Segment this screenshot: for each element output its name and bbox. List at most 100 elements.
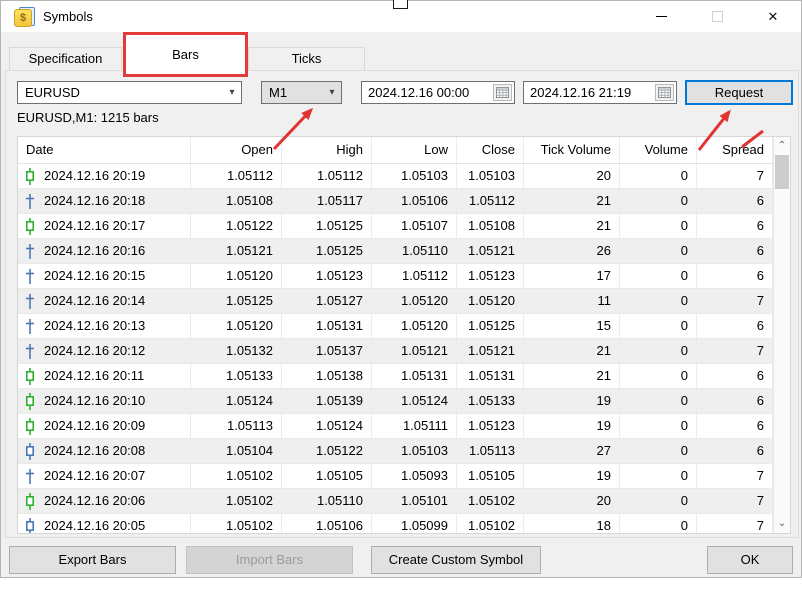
cell-date: 2024.12.16 20:11 — [18, 364, 191, 388]
cell-spread: 7 — [697, 489, 773, 513]
cell-spread: 6 — [697, 189, 773, 213]
chevron-down-icon: ▾ — [229, 87, 235, 98]
table-row[interactable]: 2024.12.16 20:09 1.05113 1.05124 1.05111 1.0… — [18, 414, 790, 439]
table-row[interactable]: 2024.12.16 20:06 1.05102 1.05110 1.05101 1.0… — [18, 489, 790, 514]
candle-up-green-icon — [25, 492, 35, 510]
tab-ticks[interactable]: Ticks — [248, 47, 365, 71]
column-header-spread[interactable]: Spread — [697, 137, 773, 163]
doji-cross-blue-icon — [25, 193, 35, 210]
doji-cross-blue-icon — [25, 243, 35, 260]
cell-low: 1.05110 — [372, 239, 457, 263]
symbol-combo[interactable]: EURUSD ▾ — [17, 81, 242, 104]
cell-high: 1.05123 — [282, 264, 372, 288]
cell-date: 2024.12.16 20:10 — [18, 389, 191, 413]
ok-button[interactable]: OK — [707, 546, 793, 574]
column-header-open[interactable]: Open — [191, 137, 282, 163]
date-from-value: 2024.12.16 00:00 — [368, 85, 470, 100]
cell-close: 1.05105 — [457, 464, 524, 488]
cell-volume: 0 — [620, 389, 697, 413]
scrollbar-thumb[interactable] — [775, 155, 789, 189]
background-window-fragment — [393, 0, 408, 9]
table-row[interactable]: 2024.12.16 20:05 1.05102 1.05106 1.05099 1.0… — [18, 514, 790, 533]
column-header-volume[interactable]: Volume — [620, 137, 697, 163]
cell-open: 1.05121 — [191, 239, 282, 263]
create-custom-symbol-button[interactable]: Create Custom Symbol — [371, 546, 541, 574]
cell-close: 1.05121 — [457, 339, 524, 363]
cell-close: 1.05133 — [457, 389, 524, 413]
cell-volume: 0 — [620, 264, 697, 288]
minimize-button[interactable] — [633, 1, 689, 32]
cell-low: 1.05131 — [372, 364, 457, 388]
calendar-picker-button[interactable] — [493, 84, 512, 101]
cell-volume: 0 — [620, 514, 697, 533]
cell-tick_volume: 20 — [524, 489, 620, 513]
cell-open: 1.05102 — [191, 464, 282, 488]
request-button[interactable]: Request — [685, 80, 793, 105]
calendar-picker-button[interactable] — [655, 84, 674, 101]
cell-spread: 6 — [697, 239, 773, 263]
cell-spread: 7 — [697, 339, 773, 363]
cell-tick_volume: 19 — [524, 389, 620, 413]
table-row[interactable]: 2024.12.16 20:07 1.05102 1.05105 1.05093 1.0… — [18, 464, 790, 489]
cell-tick_volume: 19 — [524, 464, 620, 488]
cell-tick_volume: 19 — [524, 414, 620, 438]
tab-bars[interactable]: Bars — [172, 47, 199, 62]
cell-high: 1.05110 — [282, 489, 372, 513]
table-row[interactable]: 2024.12.16 20:10 1.05124 1.05139 1.05124 1.0… — [18, 389, 790, 414]
cell-tick_volume: 26 — [524, 239, 620, 263]
table-row[interactable]: 2024.12.16 20:18 1.05108 1.05117 1.05106 1.0… — [18, 189, 790, 214]
cell-close: 1.05121 — [457, 239, 524, 263]
column-header-tick_volume[interactable]: Tick Volume — [524, 137, 620, 163]
tab-specification[interactable]: Specification — [9, 47, 122, 71]
symbol-combo-value: EURUSD — [25, 85, 80, 100]
cell-close: 1.05113 — [457, 439, 524, 463]
cell-date: 2024.12.16 20:06 — [18, 489, 191, 513]
table-row[interactable]: 2024.12.16 20:14 1.05125 1.05127 1.05120 1.0… — [18, 289, 790, 314]
candle-down-blue-icon — [25, 517, 35, 533]
cell-close: 1.05108 — [457, 214, 524, 238]
cell-low: 1.05103 — [372, 439, 457, 463]
cell-low: 1.05120 — [372, 289, 457, 313]
column-header-low[interactable]: Low — [372, 137, 457, 163]
table-row[interactable]: 2024.12.16 20:19 1.05112 1.05112 1.05103 1.0… — [18, 164, 790, 189]
scroll-up-button[interactable]: ⌃ — [774, 137, 790, 154]
column-header-close[interactable]: Close — [457, 137, 524, 163]
cell-low: 1.05111 — [372, 414, 457, 438]
cell-open: 1.05108 — [191, 189, 282, 213]
symbols-dollar-icon: $ — [14, 7, 35, 27]
export-bars-button[interactable]: Export Bars — [9, 546, 176, 574]
cell-date: 2024.12.16 20:08 — [18, 439, 191, 463]
date-to-field[interactable]: 2024.12.16 21:19 — [523, 81, 677, 104]
date-to-value: 2024.12.16 21:19 — [530, 85, 632, 100]
scroll-down-button[interactable]: ⌄ — [774, 515, 790, 532]
table-row[interactable]: 2024.12.16 20:17 1.05122 1.05125 1.05107 1.0… — [18, 214, 790, 239]
cell-high: 1.05124 — [282, 414, 372, 438]
cell-open: 1.05112 — [191, 164, 282, 188]
table-row[interactable]: 2024.12.16 20:13 1.05120 1.05131 1.05120 1.0… — [18, 314, 790, 339]
vertical-scrollbar: ⌃ ⌄ — [773, 137, 790, 533]
cell-date: 2024.12.16 20:18 — [18, 189, 191, 213]
table-row[interactable]: 2024.12.16 20:12 1.05132 1.05137 1.05121 1.0… — [18, 339, 790, 364]
cell-tick_volume: 11 — [524, 289, 620, 313]
cell-spread: 6 — [697, 364, 773, 388]
cell-open: 1.05124 — [191, 389, 282, 413]
cell-tick_volume: 21 — [524, 214, 620, 238]
table-row[interactable]: 2024.12.16 20:15 1.05120 1.05123 1.05112 1.0… — [18, 264, 790, 289]
cell-high: 1.05125 — [282, 239, 372, 263]
cell-open: 1.05102 — [191, 514, 282, 533]
table-row[interactable]: 2024.12.16 20:11 1.05133 1.05138 1.05131 1.0… — [18, 364, 790, 389]
cell-spread: 6 — [697, 389, 773, 413]
close-button[interactable]: ✕ — [745, 1, 801, 32]
date-from-field[interactable]: 2024.12.16 00:00 — [361, 81, 515, 104]
column-header-high[interactable]: High — [282, 137, 372, 163]
table-row[interactable]: 2024.12.16 20:16 1.05121 1.05125 1.05110 1.0… — [18, 239, 790, 264]
cell-spread: 7 — [697, 289, 773, 313]
candle-up-green-icon — [25, 417, 35, 435]
cell-high: 1.05122 — [282, 439, 372, 463]
cell-high: 1.05117 — [282, 189, 372, 213]
cell-close: 1.05123 — [457, 264, 524, 288]
table-row[interactable]: 2024.12.16 20:08 1.05104 1.05122 1.05103 1.0… — [18, 439, 790, 464]
timeframe-combo[interactable]: M1 ▾ — [261, 81, 342, 104]
cell-volume: 0 — [620, 239, 697, 263]
column-header-date[interactable]: Date — [18, 137, 191, 163]
